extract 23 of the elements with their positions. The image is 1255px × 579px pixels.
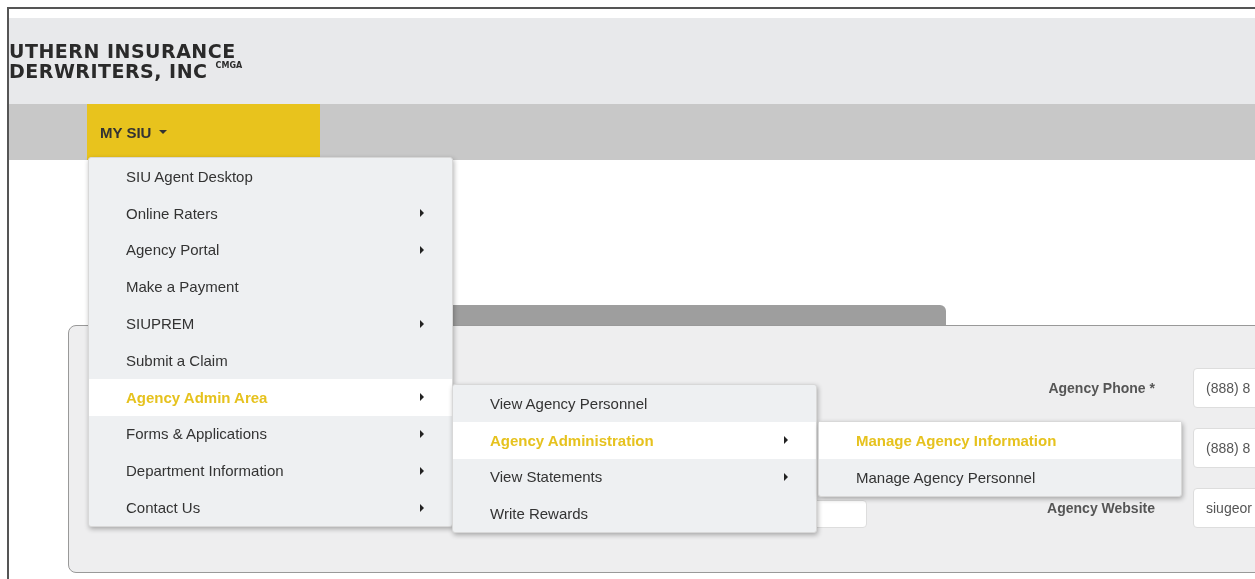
menu-item[interactable]: Forms & Applications [89, 415, 452, 453]
input-field[interactable]: (888) 8 [1193, 368, 1255, 408]
menu-item[interactable]: View Agency Personnel [453, 385, 816, 422]
logo-text: DERWRITERS, INC [9, 61, 208, 81]
caret-icon [159, 130, 168, 134]
menu-item[interactable]: SIUPREM [89, 305, 452, 342]
menu-item[interactable]: Contact Us [89, 489, 452, 526]
logo-text: UTHERN INSURANCE [9, 41, 236, 61]
menu-item[interactable]: Department Information [89, 452, 452, 490]
menu-item[interactable]: View Statements [453, 458, 816, 496]
menu-item[interactable]: Make a Payment [89, 268, 452, 306]
nav-menu-tab[interactable]: MY SIU [87, 104, 320, 160]
field-label: Agency Phone * [1048, 380, 1155, 396]
logo-suffix: CMGA [215, 61, 243, 70]
menu-item[interactable]: Online Raters [89, 194, 452, 232]
menu-item[interactable]: Manage Agency Personnel [819, 458, 1181, 496]
menu-item[interactable]: Agency Portal [89, 231, 452, 269]
menu-item[interactable]: SIU Agent Desktop [89, 158, 452, 195]
field-label: Agency Website [1047, 500, 1155, 516]
input-field[interactable]: (888) 8 [1193, 428, 1255, 468]
input-field[interactable]: siugeor [1193, 488, 1255, 528]
menu-item[interactable]: Write Rewards [453, 495, 816, 533]
menu-item[interactable]: Submit a Claim [89, 342, 452, 379]
